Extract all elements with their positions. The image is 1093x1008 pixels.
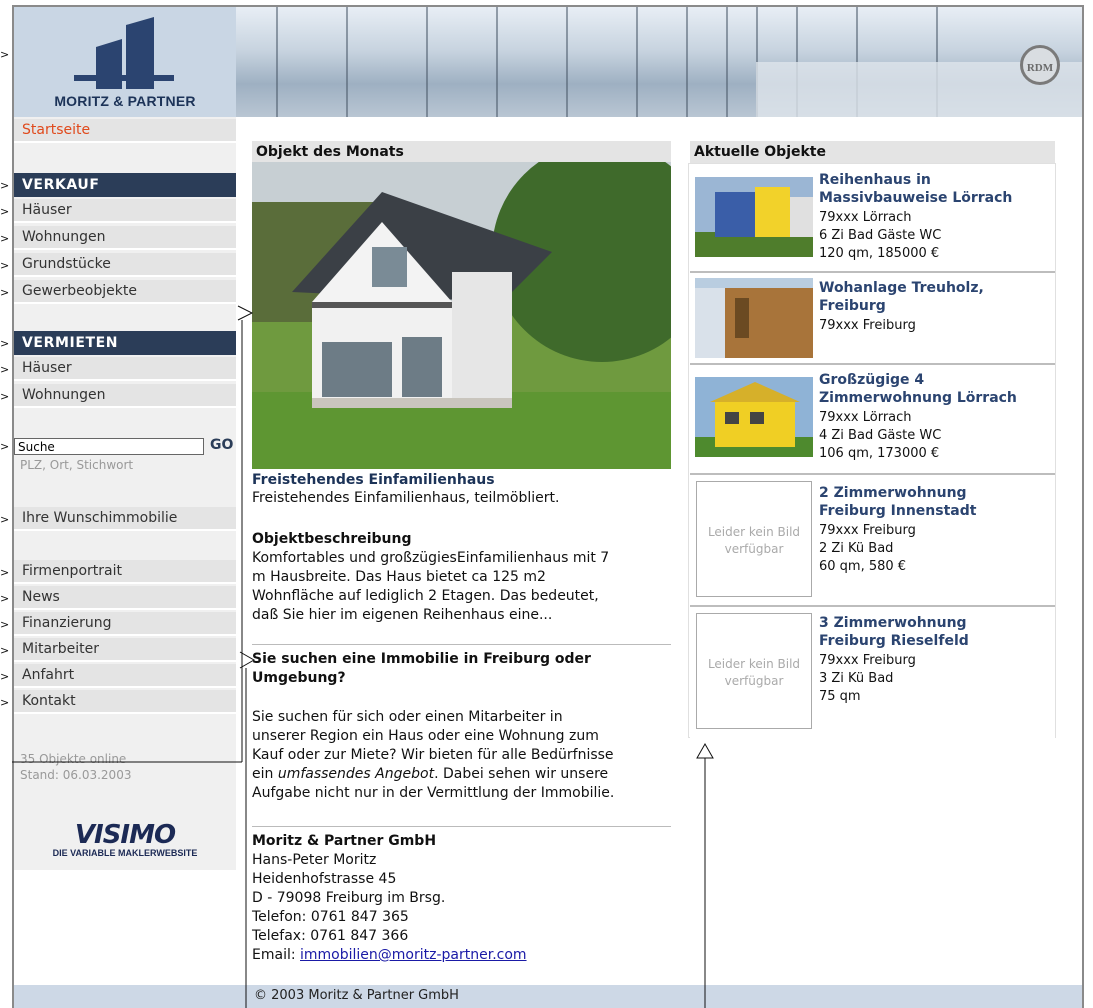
annotation-lines <box>12 305 714 1008</box>
